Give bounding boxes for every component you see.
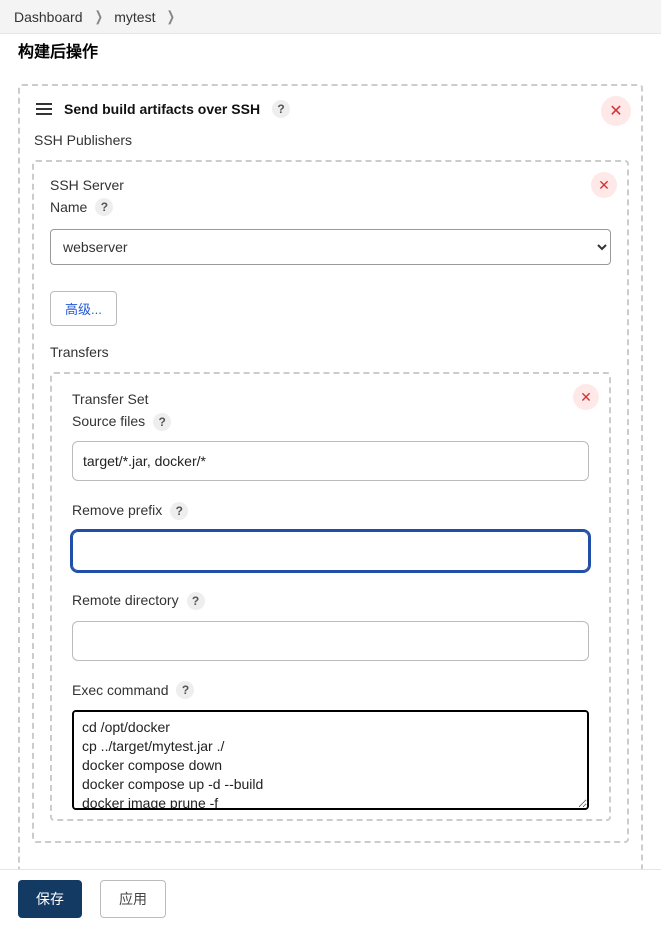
ssh-server-name-label: Name xyxy=(50,198,87,218)
chevron-right-icon: ❯ xyxy=(94,8,102,25)
help-icon[interactable]: ? xyxy=(187,592,205,610)
remove-step-button[interactable]: ✕ xyxy=(601,96,631,126)
ssh-server-label: SSH Server xyxy=(50,176,124,196)
transfer-set-container: ✕ Transfer Set Source files ? Remove pre… xyxy=(50,372,611,821)
help-icon[interactable]: ? xyxy=(170,502,188,520)
ssh-publishers-label: SSH Publishers xyxy=(34,132,629,148)
remove-server-button[interactable]: ✕ xyxy=(591,172,617,198)
exec-command-label: Exec command xyxy=(72,681,168,701)
step-title: Send build artifacts over SSH xyxy=(64,101,260,117)
source-files-input[interactable] xyxy=(72,441,589,481)
chevron-right-icon: ❯ xyxy=(167,8,175,25)
help-icon[interactable]: ? xyxy=(95,198,113,216)
apply-button[interactable]: 应用 xyxy=(100,880,166,918)
advanced-button[interactable]: 高级... xyxy=(50,291,117,326)
help-icon[interactable]: ? xyxy=(176,681,194,699)
build-step-container: ✕ Send build artifacts over SSH ? SSH Pu… xyxy=(18,84,643,879)
remote-directory-label: Remote directory xyxy=(72,591,179,611)
transfer-set-label: Transfer Set xyxy=(72,390,149,410)
ssh-server-container: ✕ SSH Server Name ? webserver 高级... Tran… xyxy=(32,160,629,843)
ssh-server-select[interactable]: webserver xyxy=(50,229,611,265)
drag-handle-icon[interactable] xyxy=(36,102,52,116)
help-icon[interactable]: ? xyxy=(272,100,290,118)
post-build-actions-title: 构建后操作 xyxy=(18,38,643,62)
source-files-label: Source files xyxy=(72,412,145,432)
remove-prefix-label: Remove prefix xyxy=(72,501,162,521)
breadcrumb-item-mytest[interactable]: mytest xyxy=(114,9,155,25)
breadcrumb: Dashboard ❯ mytest ❯ xyxy=(0,0,661,34)
help-icon[interactable]: ? xyxy=(153,413,171,431)
remove-prefix-input[interactable] xyxy=(72,531,589,571)
footer-bar: 保存 应用 xyxy=(0,869,661,928)
remote-directory-input[interactable] xyxy=(72,621,589,661)
transfers-label: Transfers xyxy=(50,344,611,360)
exec-command-textarea[interactable]: cd /opt/docker cp ../target/mytest.jar .… xyxy=(72,710,589,810)
remove-transfer-button[interactable]: ✕ xyxy=(573,384,599,410)
breadcrumb-item-dashboard[interactable]: Dashboard xyxy=(14,9,83,25)
save-button[interactable]: 保存 xyxy=(18,880,82,918)
